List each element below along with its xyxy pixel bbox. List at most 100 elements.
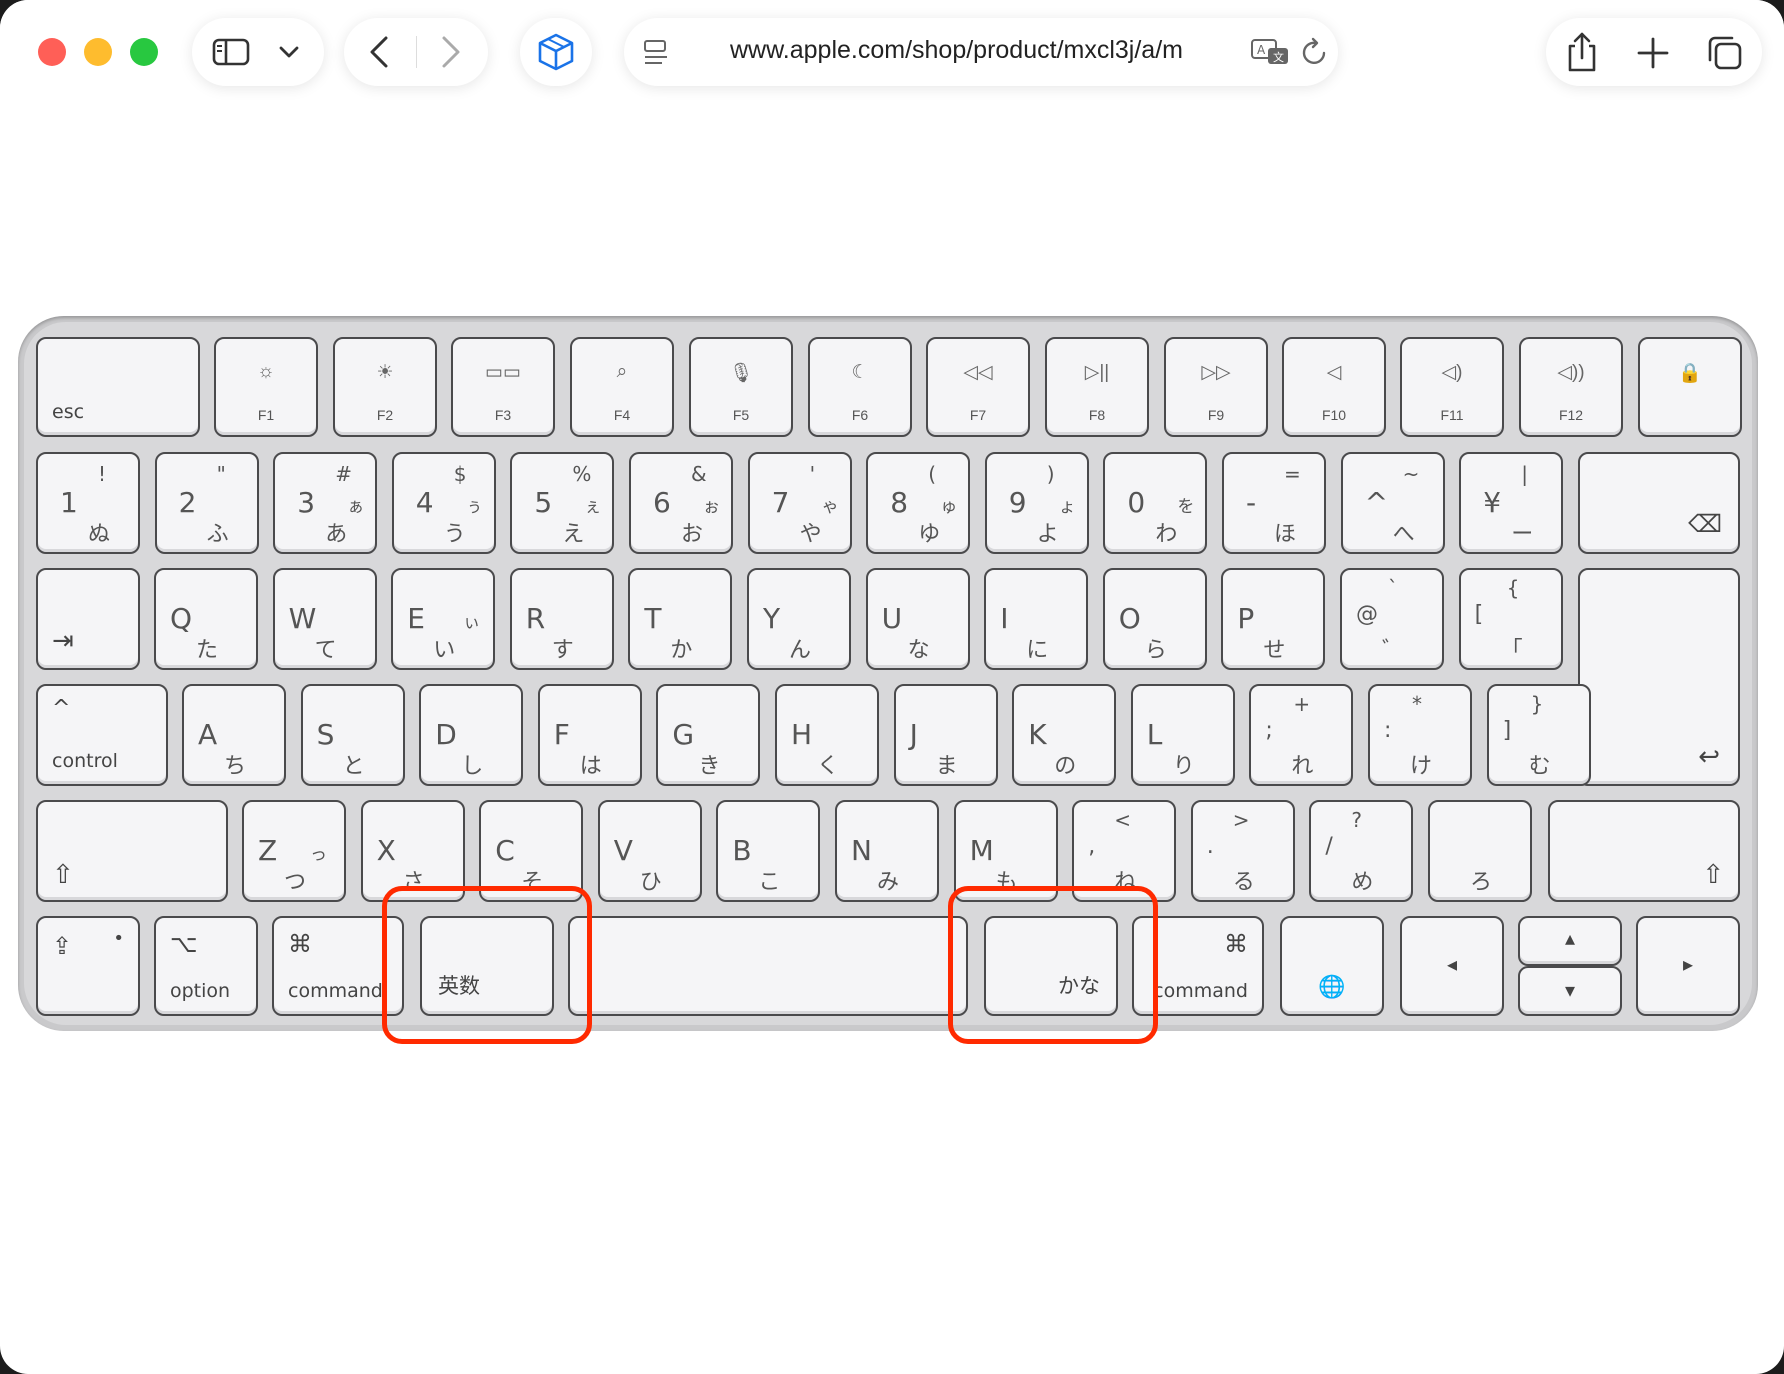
key-kana-label: ろ [1470, 870, 1493, 895]
key-kana-shift-label: ぇ [584, 497, 602, 517]
key-main-label: : [1384, 718, 1392, 743]
key-shift-label: & [691, 462, 707, 486]
f9-label: F9 [1207, 407, 1225, 423]
key-fn: ⇪ • [36, 916, 140, 1016]
forward-icon[interactable] [436, 34, 464, 70]
key-kana-shift-label: ぅ [465, 497, 483, 517]
key-shift-label: = [1284, 462, 1301, 486]
command-icon: ⌘ [1224, 930, 1248, 958]
sidebar-toggle-group [192, 18, 324, 86]
close-button[interactable] [38, 38, 66, 66]
key-main-label: 1 [60, 486, 78, 519]
magic-keyboard-image: esc ☼ F1 ☀ F2 ▭▭ F3 ⌕ F4 🎙 F5 ☾ F6 ◁◁ F7 ▷|| F8 ▷▷ F9 ◁ F10 ◁… [18, 316, 1758, 1031]
key-main-label: ¥ [1483, 486, 1502, 519]
key-return: ↩ [1578, 568, 1740, 786]
key-kana-label: ゆ [918, 522, 941, 547]
control-label: control [52, 750, 118, 772]
key-f10: ◁ F10 [1282, 337, 1386, 437]
f5-label: F5 [732, 407, 750, 423]
new-tab-icon[interactable] [1636, 36, 1670, 70]
key-number-1: 2 " ふ [154, 452, 259, 554]
key-kana-label: ぬ [88, 522, 111, 547]
reload-icon[interactable] [1300, 36, 1330, 68]
key-kana-label: る [1232, 870, 1255, 895]
minimize-button[interactable] [84, 38, 112, 66]
fn-dot: • [113, 928, 124, 949]
key-kana-label: ら [1144, 638, 1167, 663]
control-icon: ^ [52, 696, 71, 721]
key-kana-label: わ [1155, 522, 1178, 547]
key-main-label: 0 [1127, 486, 1146, 519]
sidebar-icon[interactable] [212, 38, 252, 66]
f2-icon: ☀ [376, 362, 394, 383]
key-number-4: 5% えぇ [510, 452, 615, 554]
key-shift-label: ~ [1402, 462, 1420, 486]
extension-button[interactable] [520, 18, 592, 86]
key-shift-label: | [1521, 462, 1528, 486]
key-q-row-2: Eいぃ [391, 568, 496, 670]
key-main-label: Y [763, 602, 781, 635]
key-kana-label: て [314, 638, 337, 663]
translate-icon[interactable]: A 文 [1250, 36, 1292, 68]
key-z-row-4: Bこ [716, 800, 821, 902]
key-arrow-left: ◂ [1400, 916, 1504, 1016]
key-f12: ◁)) F12 [1519, 337, 1623, 437]
zoom-button[interactable] [130, 38, 158, 66]
key-main-label: 5 [534, 486, 553, 519]
f11-icon: ◁) [1441, 362, 1463, 383]
key-kana-shift-label: ぃ [463, 613, 481, 633]
key-main-label: . [1206, 834, 1214, 859]
key-kana-label: み [877, 870, 900, 895]
key-kana-label: に [1026, 638, 1049, 663]
key-kana-shift-label: を [1177, 497, 1195, 517]
key-kana-label: は [579, 754, 602, 779]
f10-icon: ◁ [1326, 362, 1342, 383]
command-label: command [1153, 980, 1248, 1002]
back-icon[interactable] [366, 34, 394, 70]
key-main-label: @ [1356, 602, 1378, 627]
key-left-shift: ⇧ [36, 800, 228, 902]
key-main-label: D [435, 718, 457, 751]
key-z-row-3: Vひ [597, 800, 702, 902]
url-text[interactable]: www.apple.com/shop/product/mxcl3j/a/m [730, 36, 1183, 65]
key-tab: ⇥ [36, 568, 140, 670]
reader-icon[interactable] [642, 38, 672, 68]
share-icon[interactable] [1564, 30, 1600, 74]
key-main-label: T [644, 602, 662, 635]
key-shift-label: } [1530, 692, 1544, 716]
f11-label: F11 [1440, 407, 1464, 423]
key-a-row-2: Dし [419, 684, 524, 786]
key-q-row-4: Tか [628, 568, 733, 670]
key-backspace: ⌫ [1578, 452, 1740, 554]
key-shift-label: % [572, 462, 592, 486]
key-main-label: ^ [1364, 486, 1389, 519]
key-kana-label: の [1054, 754, 1077, 779]
key-kana-label: す [551, 638, 574, 663]
key-kana-label: き [698, 754, 721, 779]
key-lock: 🔒 [1638, 337, 1742, 437]
extension-cube-icon [538, 33, 574, 71]
key-shift-label: * [1412, 692, 1422, 716]
key-globe: 🌐 [1280, 916, 1384, 1016]
f12-icon: ◁)) [1557, 362, 1585, 383]
chevron-down-icon[interactable] [278, 44, 300, 60]
key-kana-label: な [907, 638, 930, 663]
key-kana-label: む [1528, 754, 1551, 779]
esc-label: esc [52, 401, 85, 423]
key-z-row-0: Zつっ [242, 800, 346, 902]
key-shift-label: < [1114, 808, 1131, 832]
key-main-label: X [376, 834, 396, 867]
key-a-row-1: Sと [300, 684, 405, 786]
key-q-row-5: Yん [747, 568, 851, 670]
browser-toolbar: A 文 www.apple.com/shop/product/mxcl3j/a/… [0, 0, 1784, 110]
key-kana-label: り [1172, 754, 1195, 779]
key-kana-label: こ [758, 870, 781, 895]
key-main-label: [ [1474, 602, 1484, 627]
key-a-row-11: ]} む [1486, 684, 1591, 786]
key-a-row-8: Lり [1130, 684, 1235, 786]
key-q-row-8: Oら [1102, 568, 1207, 670]
key-kana-label: し [461, 754, 484, 779]
tabs-overview-icon[interactable] [1706, 34, 1744, 72]
key-main-label: 2 [178, 486, 197, 519]
arrow-down-icon: ▾ [1564, 978, 1576, 1002]
